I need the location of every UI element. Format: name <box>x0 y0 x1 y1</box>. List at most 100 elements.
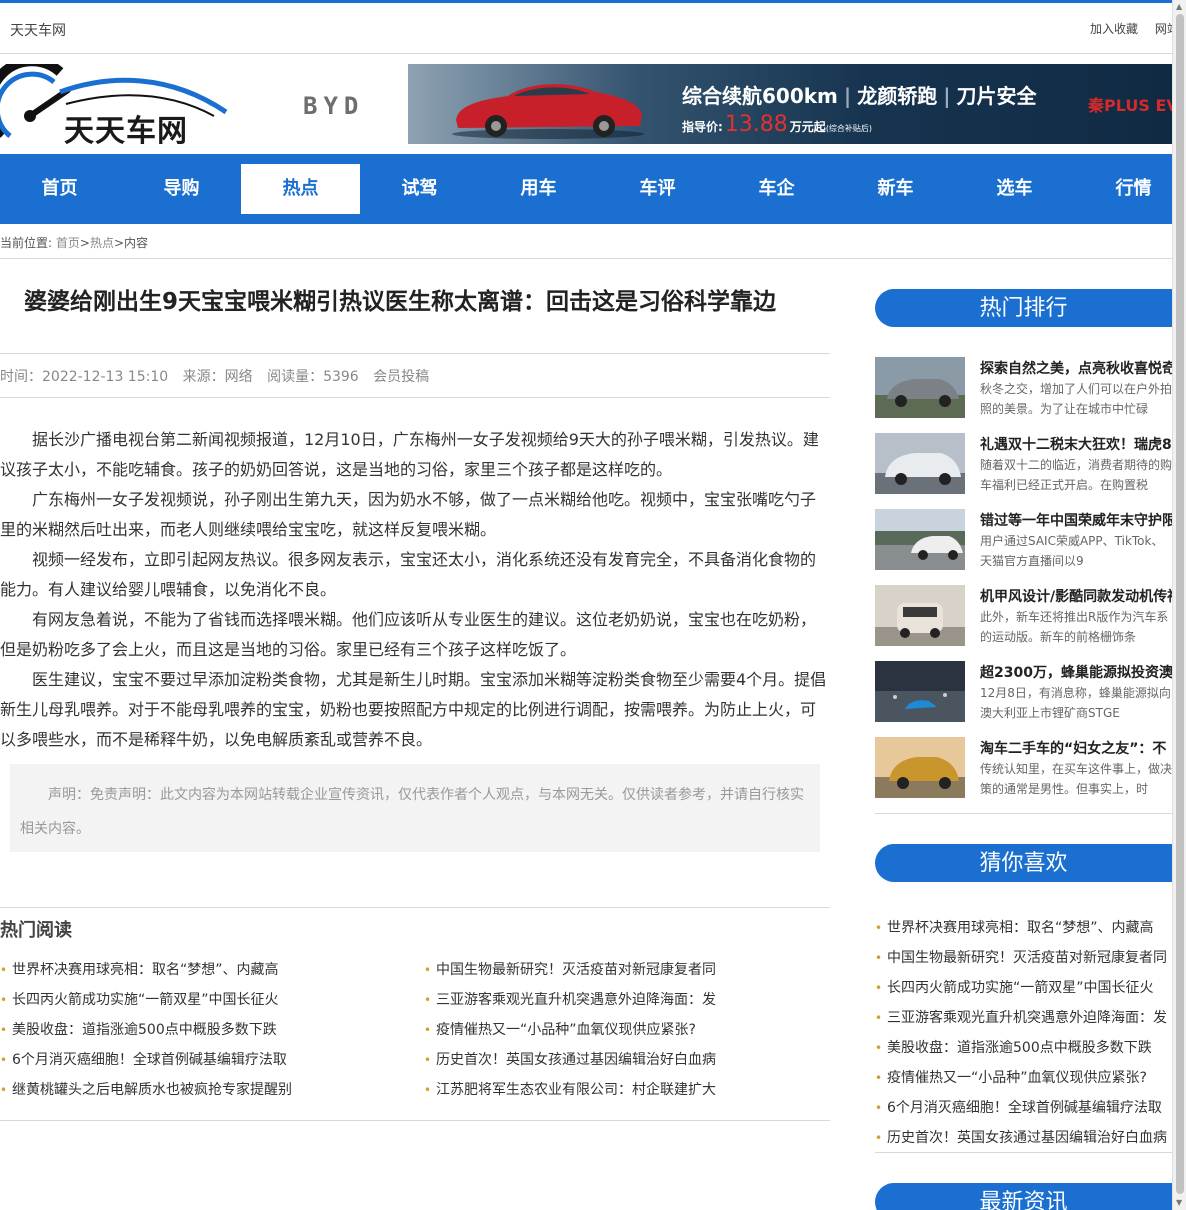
page-scrollbar[interactable]: ▲ ▼ <box>1172 0 1186 1210</box>
top-links: 加入收藏 网站 <box>1090 20 1172 37</box>
breadcrumb-current: 内容 <box>124 236 149 250</box>
divider <box>0 907 830 908</box>
rank-title: 热门排行 <box>875 289 1172 327</box>
nav-test-drive[interactable]: 试驾 <box>360 164 479 214</box>
rank-item-desc: 12月8日，有消息称，蜂巢能源拟向澳大利亚上市锂矿商STGE <box>980 686 1171 720</box>
paragraph: 据长沙广播电视台第二新闻视频报道，12月10日，广东梅州一女子发视频给9天大的孙… <box>0 430 819 479</box>
ad-banner[interactable]: 综合续航600km | 龙颜轿跑 | 刀片安全 指导价:13.88 万元起(综合补贴后) … <box>408 64 1172 144</box>
list-item[interactable]: 疫情催热又一“小品种”血氧仪现供应紧张? <box>875 1063 1172 1093</box>
nav-companies[interactable]: 车企 <box>717 164 836 214</box>
breadcrumb-sep: > <box>79 236 90 250</box>
logo-text: 天天车网 <box>64 114 188 149</box>
divider <box>0 353 830 354</box>
list-item[interactable]: 三亚游客乘观光直升机突遇意外迫降海面：发 <box>875 1003 1172 1033</box>
article-title: 婆婆给刚出生9天宝宝喂米糊引热议医生称太离谱：回击这是习俗科学靠边 <box>24 289 777 315</box>
list-item[interactable]: 历史首次！英国女孩通过基因编辑治好白血病 <box>875 1123 1172 1153</box>
rank-list: 探索自然之美，点亮秋收喜悦奇 秋冬之交，增加了人们可以在户外拍照的美景。为了让在… <box>875 357 1172 813</box>
suv-thumbnail-icon[interactable] <box>875 357 965 418</box>
top-bar: 天天车网 加入收藏 网站 <box>0 0 1172 54</box>
disclaimer: 声明：免责声明：此文内容为本网站转载企业宣传资讯，仅代表作者个人观点，与本网无关… <box>10 764 820 852</box>
main-nav: 首页 导购 热点 试驾 用车 车评 车企 新车 选车 行情 <box>0 154 1172 224</box>
list-item[interactable]: 中国生物最新研究！灭活疫苗对新冠康复者同 <box>875 943 1172 973</box>
rank-item-desc: 传统认知里，在买车这件事上，做决策的通常是男性。但事实上，时 <box>980 762 1172 796</box>
list-item[interactable]: 美股收盘：道指涨逾500点中概股多数下跌 <box>0 1015 400 1045</box>
list-item[interactable]: 三亚游客乘观光直升机突遇意外迫降海面：发 <box>424 985 824 1015</box>
news-title: 最新资讯 <box>875 1183 1172 1210</box>
site-link[interactable]: 网站 <box>1155 22 1172 36</box>
rank-item-title[interactable]: 机甲风设计/影酷同款发动机传祺 <box>980 586 1172 606</box>
rank-item-title[interactable]: 超2300万，蜂巢能源拟投资澳 <box>980 662 1172 682</box>
nav-car-use[interactable]: 用车 <box>479 164 598 214</box>
banner-model: 秦PLUS EV <box>1088 96 1172 115</box>
list-item[interactable]: 错过等一年中国荣威年末守护限 用户通过SAIC荣威APP、TikTok、天猫官方… <box>875 509 1172 585</box>
list-item[interactable]: 机甲风设计/影酷同款发动机传祺 此外，新车还将推出R版作为汽车系的运动版。新车的… <box>875 585 1172 661</box>
article-meta: 时间：2022-12-13 15:10 来源：网络 阅读量：5396 会员投稿 <box>0 366 439 386</box>
nav-new-cars[interactable]: 新车 <box>836 164 955 214</box>
add-favorite-link[interactable]: 加入收藏 <box>1090 22 1138 36</box>
slogan-range: 综合续航600km <box>682 84 838 108</box>
list-item[interactable]: 礼遇双十二税末大狂欢！瑞虎8 随着双十二的临近，消费者期待的购车福利已经正式开启… <box>875 433 1172 509</box>
list-item[interactable]: 6个月消灭癌细胞！全球首例碱基编辑疗法取 <box>0 1045 400 1075</box>
hot-read-list-left: 世界杯决赛用球亮相：取名“梦想”、内藏高 长四丙火箭成功实施“一箭双星”中国长征… <box>0 955 400 1105</box>
breadcrumb: 当前位置: 首页>热点>内容 <box>0 234 148 251</box>
nav-home[interactable]: 首页 <box>0 164 119 214</box>
breadcrumb-sep: > <box>113 236 125 250</box>
rank-item-desc: 随着双十二的临近，消费者期待的购车福利已经正式开启。在购置税 <box>980 458 1172 492</box>
list-item[interactable]: 中国生物最新研究！灭活疫苗对新冠康复者同 <box>424 955 824 985</box>
list-item[interactable]: 疫情催热又一“小品种”血氧仪现供应紧张? <box>424 1015 824 1045</box>
suv-thumbnail-icon[interactable] <box>875 737 965 798</box>
list-item[interactable]: 江苏肥将军生态农业有限公司：村企联建扩大 <box>424 1075 824 1105</box>
suv-thumbnail-icon[interactable] <box>875 433 965 494</box>
event-thumbnail-icon[interactable] <box>875 661 965 722</box>
hot-read-list-right: 中国生物最新研究！灭活疫苗对新冠康复者同 三亚游客乘观光直升机突遇意外迫降海面：… <box>424 955 824 1105</box>
price-note: (综合补贴后) <box>825 124 873 133</box>
list-item[interactable]: 淘车二手车的“妇女之友”：不 传统认知里，在买车这件事上，做决策的通常是男性。但… <box>875 737 1172 813</box>
list-item[interactable]: 继黄桃罐头之后电解质水也被疯抢专家提醒别 <box>0 1075 400 1105</box>
list-item[interactable]: 世界杯决赛用球亮相：取名“梦想”、内藏高 <box>0 955 400 985</box>
meta-source: 来源：网络 <box>182 369 253 385</box>
page: 天天车网 加入收藏 网站 天天车网 BYD 综合续航600km|龙颜轿跑|刀片安… <box>0 0 1172 1210</box>
site-name[interactable]: 天天车网 <box>10 20 66 40</box>
divider <box>0 1120 830 1121</box>
scroll-thumb[interactable] <box>1176 14 1184 1194</box>
list-item[interactable]: 超2300万，蜂巢能源拟投资澳 12月8日，有消息称，蜂巢能源拟向澳大利亚上市锂… <box>875 661 1172 737</box>
car-image-icon <box>452 84 644 139</box>
nav-hot[interactable]: 热点 <box>241 164 360 214</box>
list-item[interactable]: 长四丙火箭成功实施“一箭双星”中国长征火 <box>0 985 400 1015</box>
banner-price: 指导价:13.88 万元起(综合补贴后) <box>682 112 872 137</box>
price-label: 指导价: <box>682 120 723 134</box>
rank-item-title[interactable]: 淘车二手车的“妇女之友”：不 <box>980 738 1172 758</box>
breadcrumb-home[interactable]: 首页 <box>56 236 80 250</box>
list-item[interactable]: 美股收盘：道指涨逾500点中概股多数下跌 <box>875 1033 1172 1063</box>
rank-item-title[interactable]: 探索自然之美，点亮秋收喜悦奇 <box>980 358 1172 378</box>
divider <box>875 1152 1172 1153</box>
paragraph: 视频一经发布，立即引起网友热议。很多网友表示，宝宝还太小，消化系统还没有发育完全… <box>0 550 817 599</box>
nav-market[interactable]: 行情 <box>1074 164 1172 214</box>
nav-choose[interactable]: 选车 <box>955 164 1074 214</box>
suv-thumbnail-icon[interactable] <box>875 509 965 570</box>
nav-review[interactable]: 车评 <box>598 164 717 214</box>
divider <box>0 397 830 398</box>
list-item[interactable]: 长四丙火箭成功实施“一箭双星”中国长征火 <box>875 973 1172 1003</box>
slogan-safety: 刀片安全 <box>956 84 1037 108</box>
divider <box>0 258 1172 259</box>
list-item[interactable]: 世界杯决赛用球亮相：取名“梦想”、内藏高 <box>875 913 1172 943</box>
byd-logo: BYD <box>303 92 365 120</box>
scroll-down-icon[interactable]: ▼ <box>1176 1198 1182 1208</box>
list-item[interactable]: 探索自然之美，点亮秋收喜悦奇 秋冬之交，增加了人们可以在户外拍照的美景。为了让在… <box>875 357 1172 433</box>
paragraph: 广东梅州一女子发视频说，孙子刚出生第九天，因为奶水不够，做了一点米糊给他吃。视频… <box>0 490 817 539</box>
nav-guide[interactable]: 导购 <box>122 164 241 214</box>
rank-item-title[interactable]: 错过等一年中国荣威年末守护限 <box>980 510 1172 530</box>
price-value: 13.88 <box>724 112 788 137</box>
meta-views: 阅读量：5396 <box>267 369 359 385</box>
breadcrumb-section[interactable]: 热点 <box>90 236 114 250</box>
list-item[interactable]: 历史首次！英国女孩通过基因编辑治好白血病 <box>424 1045 824 1075</box>
price-unit: 万元起 <box>789 120 826 134</box>
banner-slogan: 综合续航600km | 龙颜轿跑 | 刀片安全 <box>682 84 1037 108</box>
hot-read-title: 热门阅读 <box>0 920 72 941</box>
rank-item-desc: 用户通过SAIC荣威APP、TikTok、天猫官方直播间以9 <box>980 534 1164 568</box>
list-item[interactable]: 6个月消灭癌细胞！全球首例碱基编辑疗法取 <box>875 1093 1172 1123</box>
scroll-up-icon[interactable]: ▲ <box>1176 2 1182 12</box>
minicar-thumbnail-icon[interactable] <box>875 585 965 646</box>
rank-item-title[interactable]: 礼遇双十二税末大狂欢！瑞虎8 <box>980 434 1172 454</box>
